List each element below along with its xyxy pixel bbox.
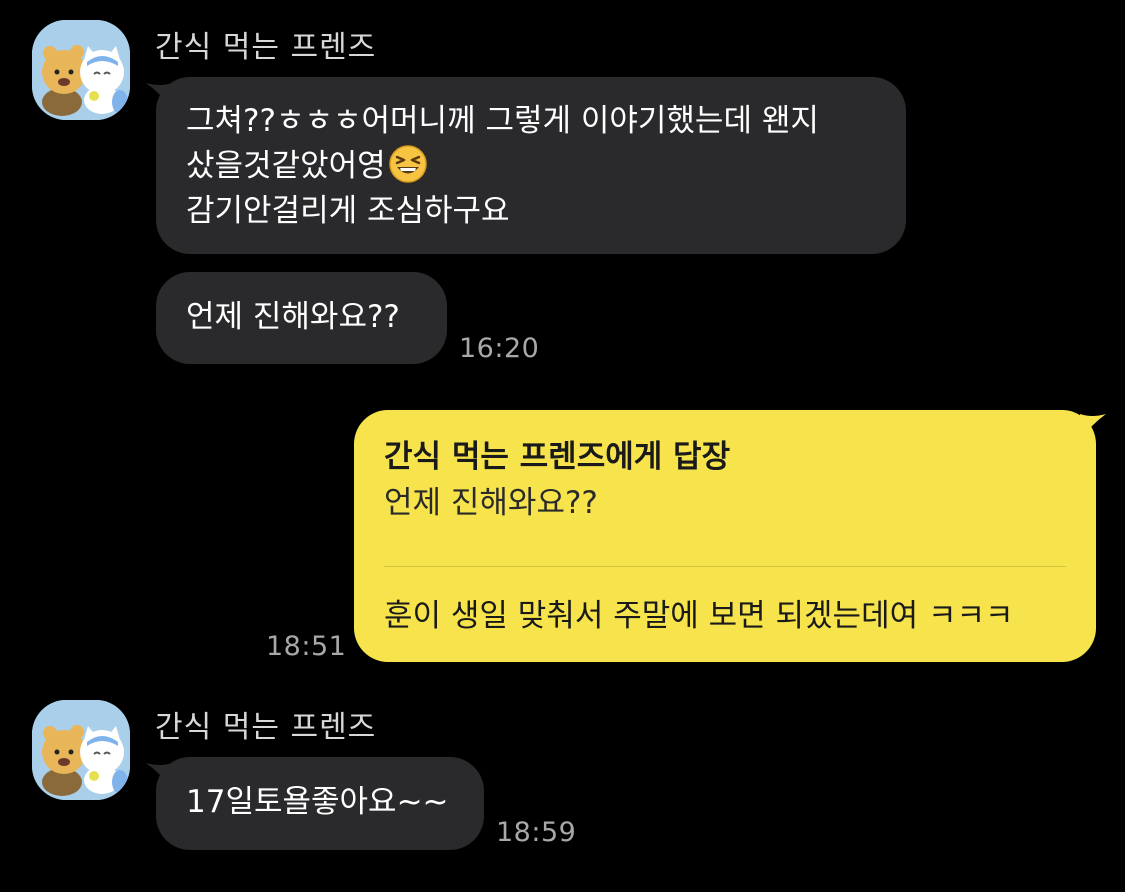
message-text-line: 샀을것같았어영 [186, 148, 386, 184]
message-bubble[interactable]: 그쳐??ㅎㅎㅎ어머니께 그렇게 이야기했는데 왠지 샀을것같았어영 감기안걸리게… [146, 77, 906, 254]
reply-header: 간식 먹는 프렌즈에게 답장 [384, 439, 731, 475]
message-timestamp: 16:20 [459, 333, 540, 364]
bubble-tail [1080, 414, 1106, 440]
message-bubble[interactable]: 17일토욜좋아요~~ [146, 757, 484, 850]
bubble-tail [146, 763, 172, 789]
friends-character-icon [32, 700, 130, 800]
message-timestamp: 18:59 [496, 817, 577, 848]
message-text-line: 그쳐??ㅎㅎㅎ어머니께 그렇게 이야기했는데 왠지 [186, 103, 819, 139]
message-text: 17일토욜좋아요~~ [186, 784, 449, 820]
reply-message-bubble[interactable]: 간식 먹는 프렌즈에게 답장 언제 진해와요?? 훈이 생일 맞춰서 주말에 보… [354, 410, 1106, 662]
grinning-squinting-face-icon [388, 145, 427, 183]
message-timestamp: 18:51 [266, 631, 347, 662]
profile-avatar[interactable] [32, 20, 130, 120]
bubble-tail [146, 83, 172, 109]
sender-name: 간식 먹는 프렌즈 [155, 710, 377, 745]
message-bubble[interactable]: 언제 진해와요?? [156, 272, 447, 364]
quoted-message[interactable]: 언제 진해와요?? [384, 480, 1066, 526]
message-text: 훈이 생일 맞춰서 주말에 보면 되겠는데여 ㅋㅋㅋ [384, 598, 1014, 634]
friends-character-icon [32, 20, 130, 120]
reply-divider [384, 566, 1066, 567]
sender-name: 간식 먹는 프렌즈 [155, 30, 377, 65]
message-text: 언제 진해와요?? [186, 299, 400, 335]
profile-avatar[interactable] [32, 700, 130, 800]
message-text-line: 감기안걸리게 조심하구요 [186, 193, 510, 229]
